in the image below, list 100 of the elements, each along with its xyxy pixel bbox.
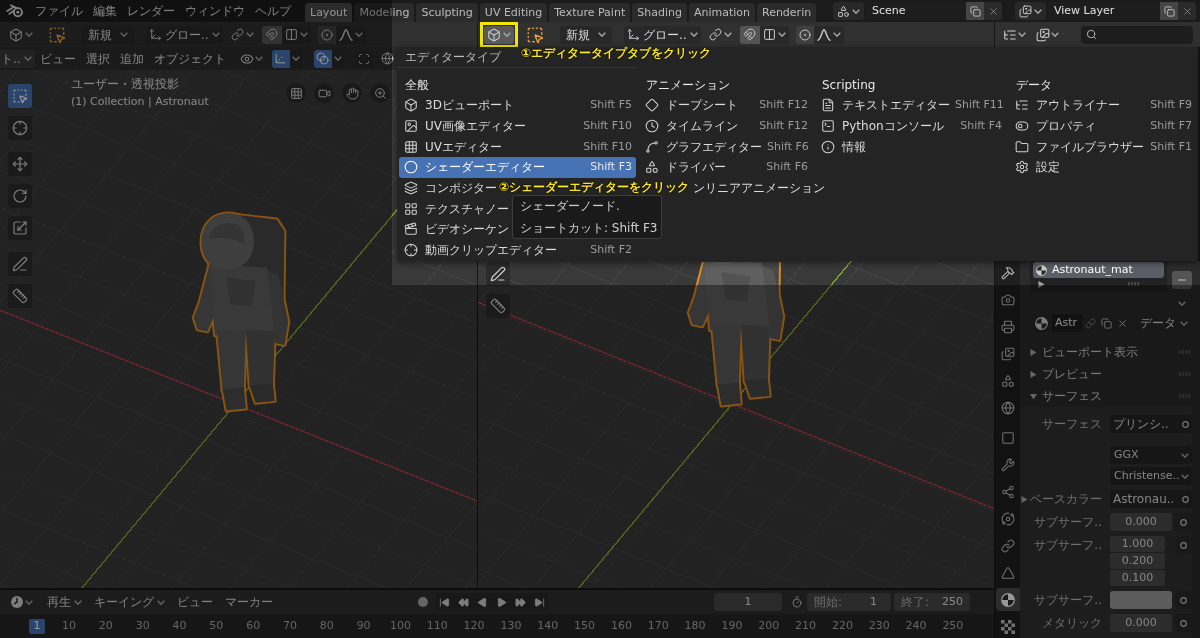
- material-slot[interactable]: Astronaut_mat: [1033, 262, 1164, 278]
- workspace-tab[interactable]: Texture Paint: [549, 3, 631, 22]
- menu-item[interactable]: アウトライナー Shift F9: [1010, 95, 1196, 116]
- copy-button[interactable]: [1160, 2, 1178, 20]
- hand-icon[interactable]: [342, 83, 362, 103]
- number-field[interactable]: 0.000: [1110, 513, 1172, 531]
- menu-item[interactable]: ドライバー Shift F6: [640, 157, 812, 178]
- ring-button[interactable]: [1175, 513, 1192, 531]
- menu-item[interactable]: レンダー: [122, 0, 180, 22]
- value-field[interactable]: Astronau..: [1110, 490, 1192, 508]
- ring-button[interactable]: [1175, 536, 1192, 554]
- menu-item[interactable]: テキストエディター Shift F11: [816, 95, 1006, 116]
- axes-button[interactable]: [271, 49, 290, 68]
- workspace-tab[interactable]: Renderin: [757, 3, 817, 22]
- eye-icon[interactable]: [239, 51, 254, 66]
- panel-header[interactable]: プレビュー: [1020, 365, 1192, 383]
- menu-item[interactable]: シェーダーエディター Shift F3: [399, 157, 636, 178]
- menu-item[interactable]: UVエディター Shift F10: [399, 136, 636, 158]
- tree-list-icon[interactable]: [1003, 27, 1017, 42]
- value-field[interactable]: プリンシ..: [1110, 415, 1192, 433]
- stopwatch-icon[interactable]: [791, 596, 803, 608]
- grid-icon[interactable]: [286, 83, 306, 103]
- menu-button[interactable]: キーイング: [88, 593, 171, 611]
- images-icon[interactable]: [1036, 27, 1050, 42]
- tool-button[interactable]: [486, 294, 510, 318]
- menu-item[interactable]: 編集: [88, 0, 122, 22]
- tool-button[interactable]: [8, 116, 32, 140]
- orientation-dropdown[interactable]: グロー..: [146, 25, 223, 44]
- menu-item[interactable]: 設定: [1010, 157, 1064, 178]
- menu-item[interactable]: 情報: [816, 136, 870, 158]
- copy-button[interactable]: [966, 2, 984, 20]
- curve-dropdown[interactable]: [813, 25, 844, 44]
- columns-dropdown[interactable]: [281, 25, 311, 44]
- workspace-tab[interactable]: UV Editing: [479, 3, 548, 22]
- menu-item[interactable]: タイムライン Shift F12: [640, 115, 812, 137]
- clock-icon[interactable]: [11, 596, 23, 608]
- select-box-icon[interactable]: [48, 25, 66, 44]
- circle-dot-button[interactable]: [317, 25, 336, 44]
- menu-item[interactable]: 3Dビューポート Shift F5: [399, 95, 636, 116]
- menu-item[interactable]: ンリニアアニメーション: [693, 177, 829, 199]
- dropdown[interactable]: Christense..: [1110, 467, 1192, 485]
- menu-item[interactable]: プロパティ Shift F7: [1010, 115, 1196, 137]
- current-frame-field[interactable]: 1: [714, 593, 782, 611]
- skip-forward-icon[interactable]: [534, 596, 545, 608]
- search-field[interactable]: [1081, 25, 1193, 44]
- overlapping-circles-button[interactable]: [313, 49, 332, 68]
- mode-dropdown[interactable]: ト..: [0, 49, 35, 68]
- play-reverse-icon[interactable]: [477, 596, 488, 608]
- camera-icon[interactable]: [314, 83, 334, 103]
- material-name-field[interactable]: Astr: [1052, 314, 1082, 332]
- orientation-dropdown[interactable]: グロー..: [624, 25, 701, 44]
- fast-forward-icon[interactable]: [515, 596, 526, 608]
- dropdown[interactable]: GGX: [1110, 446, 1192, 464]
- workspace-tab[interactable]: Sculpting: [416, 3, 478, 22]
- logo-icon[interactable]: [6, 4, 24, 18]
- workspace-tab[interactable]: Animation: [688, 3, 755, 22]
- rewind-icon[interactable]: [458, 596, 469, 608]
- menu-item[interactable]: 追加: [114, 49, 149, 68]
- workspace-tab[interactable]: Layout: [305, 3, 353, 22]
- menu-item[interactable]: グラフエディター Shift F6: [640, 136, 812, 158]
- menu-item[interactable]: ヘルプ: [250, 0, 296, 22]
- panel-header[interactable]: ビューポート表示: [1020, 343, 1192, 361]
- number-field[interactable]: 0.200: [1110, 553, 1165, 569]
- menu-item[interactable]: 選択: [80, 49, 115, 68]
- menu-item[interactable]: ビデオシーケン: [399, 219, 513, 240]
- color-swatch[interactable]: [1110, 591, 1172, 609]
- dropdown-button[interactable]: [1015, 2, 1046, 20]
- link-icon[interactable]: [708, 28, 722, 41]
- ring-button[interactable]: [1175, 591, 1192, 609]
- menu-item[interactable]: オブジェクト: [148, 49, 231, 68]
- menu-button[interactable]: 再生: [41, 593, 88, 611]
- columns-dropdown[interactable]: [759, 25, 789, 44]
- menu-button[interactable]: ビュー: [171, 593, 219, 611]
- ring-button[interactable]: [1175, 614, 1192, 632]
- play-icon[interactable]: [496, 596, 507, 608]
- skip-back-icon[interactable]: [439, 596, 450, 608]
- menu-item[interactable]: UV画像エディター Shift F10: [399, 115, 636, 137]
- globe-icon[interactable]: [380, 52, 394, 65]
- dropdown-button[interactable]: [833, 2, 864, 20]
- number-field[interactable]: 0.100: [1110, 570, 1165, 586]
- magnet-button[interactable]: [261, 25, 282, 44]
- tool-button[interactable]: [8, 284, 32, 308]
- minus-button[interactable]: [1172, 271, 1192, 289]
- selection-mode-dropdown[interactable]: 新規: [560, 25, 612, 44]
- workspace-tab[interactable]: Shading: [632, 3, 687, 22]
- menu-item[interactable]: ファイルブラウザー Shift F1: [1010, 136, 1196, 158]
- link-icon[interactable]: [230, 28, 244, 41]
- menu-item[interactable]: ウィンドウ: [180, 0, 250, 22]
- menu-item[interactable]: ファイル: [30, 0, 88, 22]
- menu-button[interactable]: マーカー: [219, 593, 279, 611]
- properties-tab[interactable]: [996, 588, 1020, 611]
- select-box-icon[interactable]: [526, 25, 544, 44]
- record-icon[interactable]: [418, 597, 428, 607]
- close-button[interactable]: [1178, 2, 1196, 20]
- magnet-button[interactable]: [739, 25, 760, 44]
- selection-mode-dropdown[interactable]: 新規: [82, 25, 134, 44]
- number-field[interactable]: 1.000: [1110, 536, 1165, 552]
- end-frame-field[interactable]: 終了: 250: [894, 593, 970, 611]
- zoom-icon[interactable]: [370, 83, 390, 103]
- menu-item[interactable]: ドープシート Shift F12: [640, 95, 812, 116]
